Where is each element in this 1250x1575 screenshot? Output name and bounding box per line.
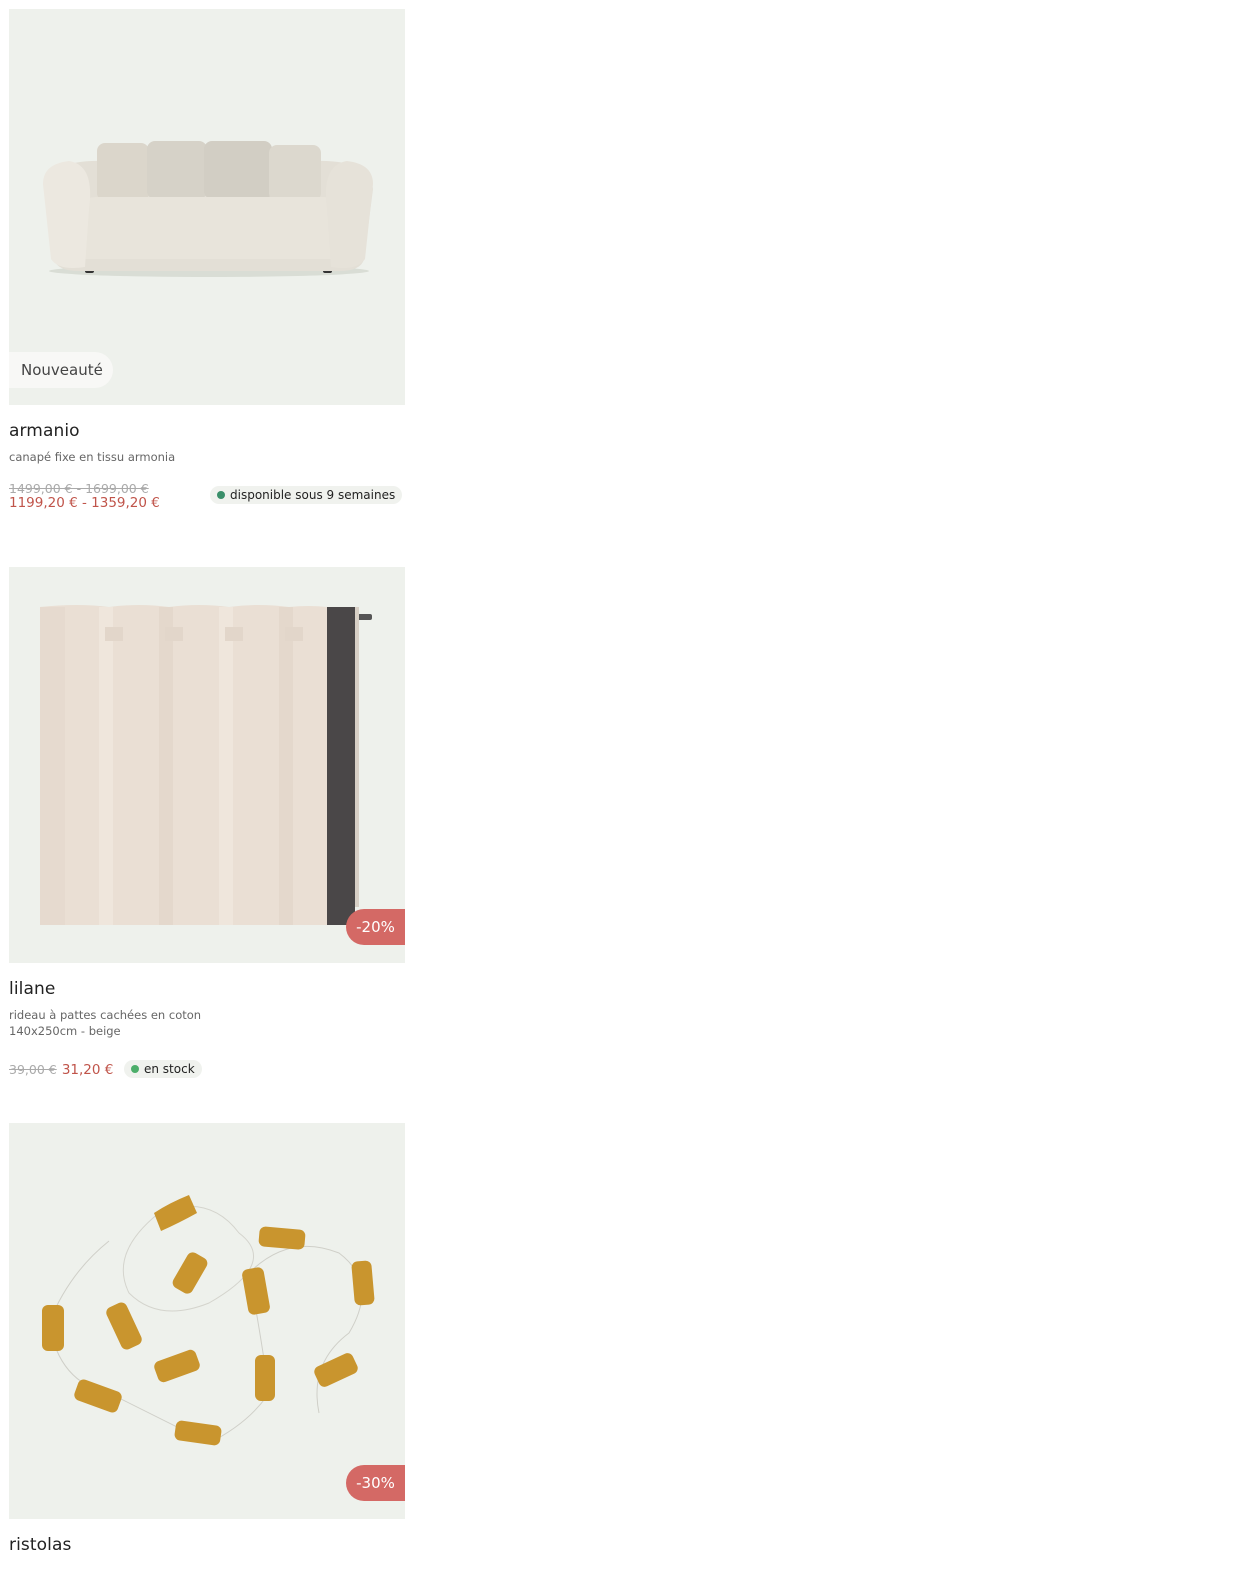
discount-badge: -20% bbox=[346, 909, 405, 945]
product-card[interactable]: -20% lilane rideau à pattes cachées en c… bbox=[9, 567, 405, 1078]
availability-dot-icon bbox=[217, 491, 225, 499]
price-block: 39,00 € 31,20 € bbox=[9, 1059, 113, 1078]
sale-price: 1199,20 € - 1359,20 € bbox=[9, 495, 160, 511]
availability-text: en stock bbox=[144, 1062, 195, 1076]
curtain-image bbox=[40, 605, 372, 925]
availability-badge: en stock bbox=[124, 1060, 202, 1078]
availability-text: disponible sous 9 semaines bbox=[230, 488, 396, 502]
product-name[interactable]: ristolas bbox=[9, 1535, 71, 1555]
product-card[interactable]: Nouveauté armanio canapé fixe en tissu a… bbox=[9, 9, 405, 511]
product-image[interactable]: -20% bbox=[9, 567, 405, 963]
sale-price: 31,20 € bbox=[61, 1062, 114, 1078]
garland-image bbox=[42, 1195, 375, 1446]
product-card[interactable]: -30% ristolas bbox=[9, 1123, 405, 1555]
product-name[interactable]: lilane bbox=[9, 979, 55, 999]
product-image[interactable]: Nouveauté bbox=[9, 9, 405, 405]
availability-dot-icon bbox=[131, 1065, 139, 1073]
product-description: canapé fixe en tissu armonia bbox=[9, 450, 176, 464]
product-name[interactable]: armanio bbox=[9, 421, 80, 441]
availability-badge: disponible sous 9 semaines bbox=[210, 486, 403, 504]
discount-badge: -30% bbox=[346, 1465, 405, 1501]
product-image[interactable]: -30% bbox=[9, 1123, 405, 1519]
old-price: 1499,00 € - 1699,00 € bbox=[9, 481, 149, 496]
price-block: 1499,00 € - 1699,00 € 1199,20 € - 1359,2… bbox=[9, 481, 160, 511]
new-badge: Nouveauté bbox=[9, 352, 113, 388]
product-description: rideau à pattes cachées en coton 140x250… bbox=[9, 1008, 202, 1038]
old-price: 39,00 € bbox=[9, 1062, 57, 1077]
sofa-image bbox=[43, 141, 373, 277]
